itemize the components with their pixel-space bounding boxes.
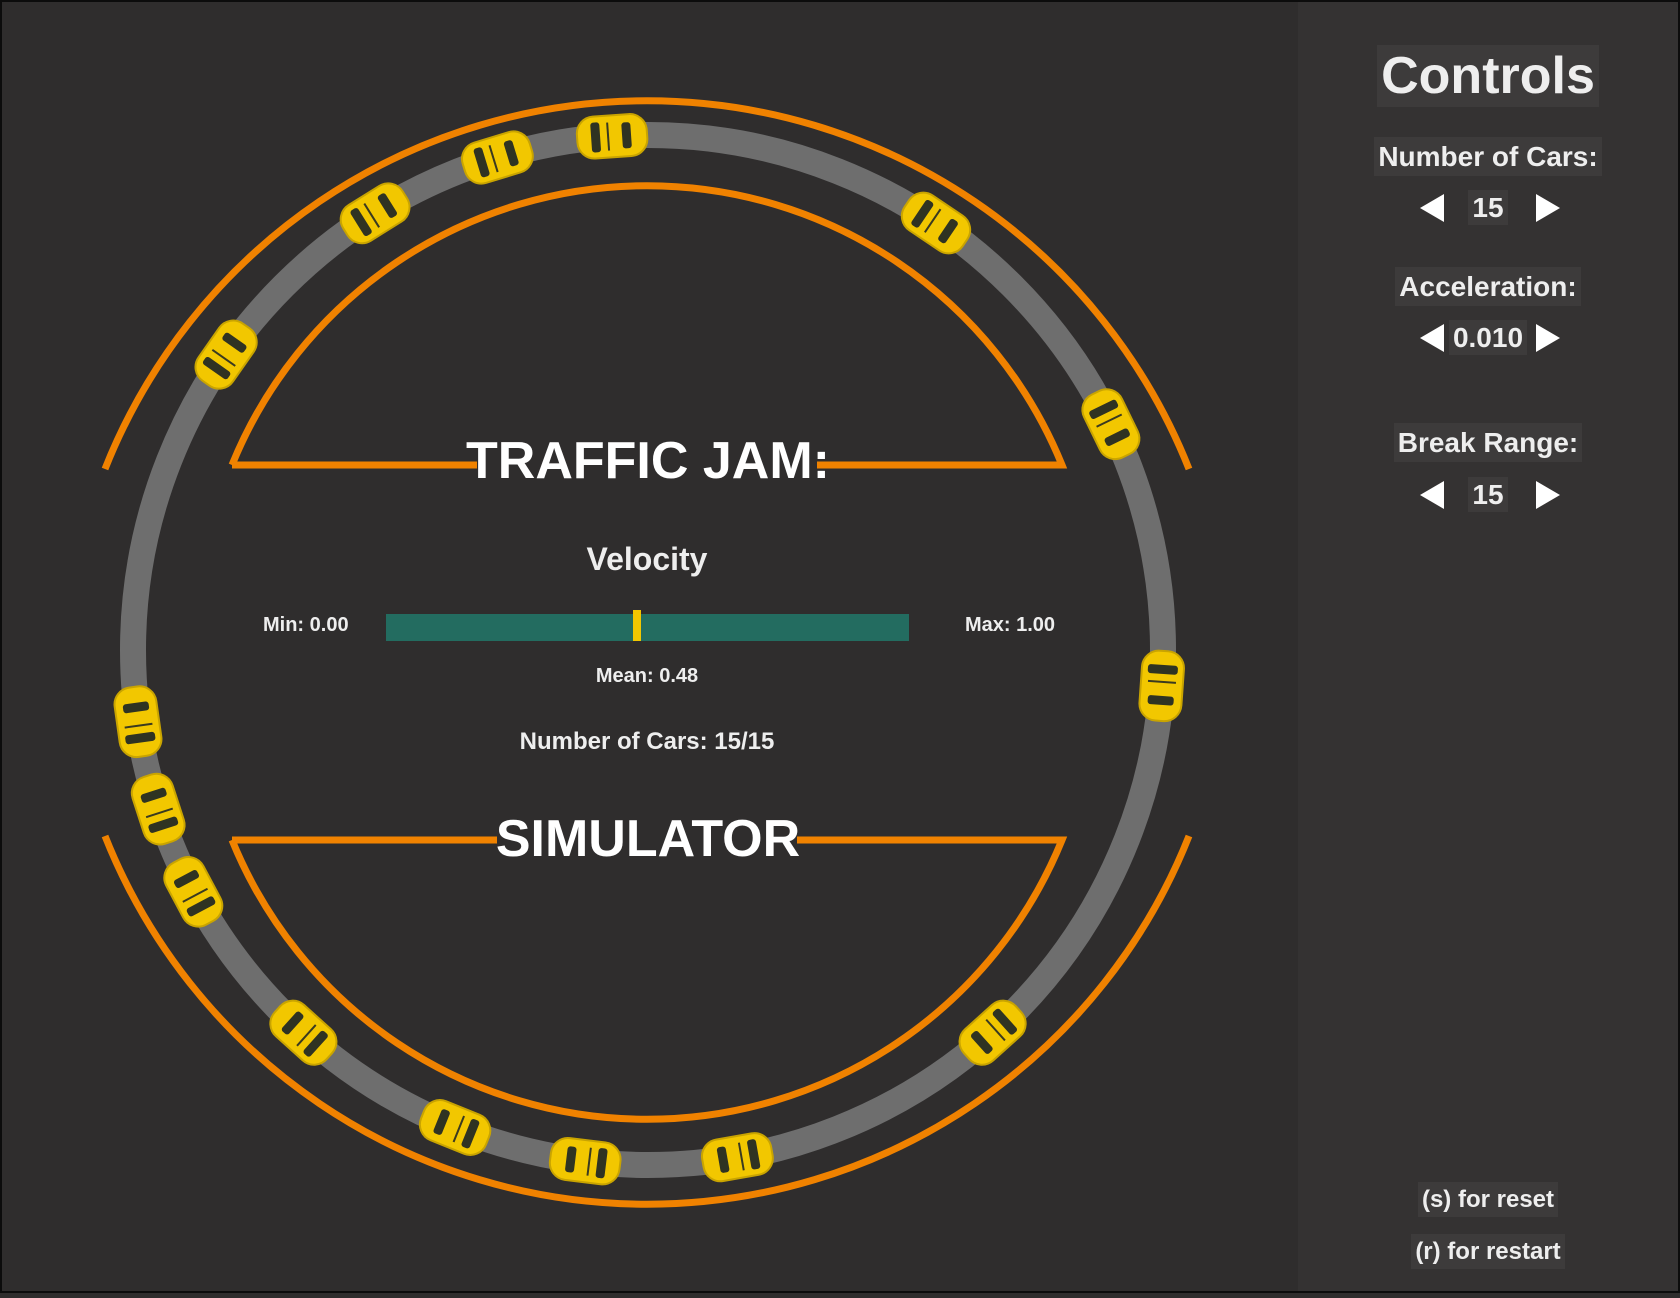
- velocity-min-label: Min: 0.00: [263, 614, 349, 636]
- break-range-setting-label: Break Range:: [1298, 423, 1678, 462]
- car-2: [461, 130, 534, 185]
- car-7: [113, 685, 163, 759]
- controls-title: Controls: [1298, 45, 1678, 107]
- title-traffic-jam: TRAFFIC JAM:: [466, 432, 830, 490]
- velocity-max-label: Max: 1.00: [965, 614, 1055, 636]
- reset-hint: (s) for reset: [1298, 1182, 1678, 1217]
- car-8: [1138, 649, 1185, 723]
- restart-hint: (r) for restart: [1298, 1234, 1678, 1269]
- car-count-label: Number of Cars: 15/15: [520, 728, 775, 755]
- cars-layer: [113, 113, 1185, 1186]
- track-canvas: TRAFFIC JAM: SIMULATOR Velocity Min: 0.0…: [101, 97, 1193, 1208]
- car-1: [575, 113, 649, 160]
- acceleration-value: 0.010: [1438, 320, 1538, 355]
- controls-panel: Controls Number of Cars: 15 Acceleration…: [1298, 2, 1678, 1291]
- velocity-mean-marker: [633, 610, 641, 641]
- title-simulator: SIMULATOR: [496, 810, 800, 868]
- acceleration-stepper: 0.010: [1378, 318, 1598, 362]
- cars-increase-arrow-icon[interactable]: [1536, 194, 1560, 222]
- acceleration-setting-label: Acceleration:: [1298, 267, 1678, 306]
- break-range-stepper: 15: [1378, 475, 1598, 519]
- cars-stepper: 15: [1378, 188, 1598, 232]
- cars-value: 15: [1438, 190, 1538, 225]
- car-15: [700, 1132, 774, 1183]
- car-13: [418, 1099, 492, 1156]
- car-9: [130, 772, 186, 846]
- simulation-area: TRAFFIC JAM: SIMULATOR Velocity Min: 0.0…: [0, 0, 1298, 1293]
- acceleration-increase-arrow-icon[interactable]: [1536, 324, 1560, 352]
- break-range-value: 15: [1438, 477, 1538, 512]
- outer-barrier-bottom: [101, 834, 1193, 1208]
- velocity-gauge-bar: [386, 614, 909, 641]
- velocity-label: Velocity: [587, 541, 708, 577]
- velocity-mean-label: Mean: 0.48: [596, 665, 698, 687]
- car-14: [548, 1137, 622, 1186]
- break-range-increase-arrow-icon[interactable]: [1536, 481, 1560, 509]
- cars-setting-label: Number of Cars:: [1298, 137, 1678, 176]
